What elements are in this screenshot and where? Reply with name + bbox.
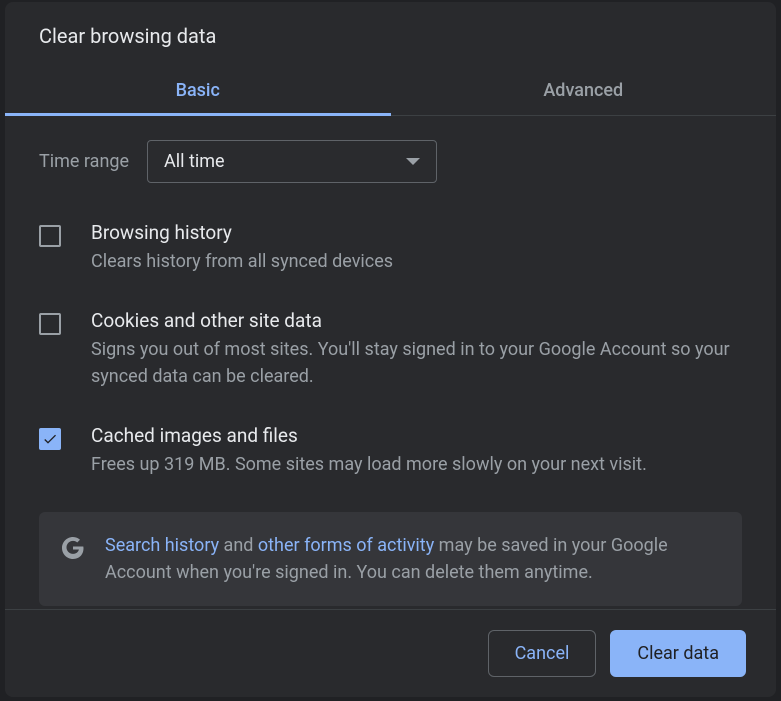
option-text: Browsing history Clears history from all… [91,221,742,275]
option-text: Cookies and other site data Signs you ou… [91,309,742,390]
time-range-value: All time [164,151,225,172]
tab-basic-label: Basic [176,80,220,101]
cancel-button[interactable]: Cancel [488,630,597,677]
tabs: Basic Advanced [5,66,776,116]
clear-browsing-data-dialog: Clear browsing data Basic Advanced Time … [5,2,776,697]
dialog-content: Time range All time Browsing history Cle… [5,116,776,609]
checkmark-icon [42,431,58,447]
option-text: Cached images and files Frees up 319 MB.… [91,424,742,478]
option-title: Browsing history [91,221,742,244]
option-desc: Signs you out of most sites. You'll stay… [91,336,742,390]
option-cached: Cached images and files Frees up 319 MB.… [39,424,742,478]
google-account-info-panel: Search history and other forms of activi… [39,512,742,606]
dialog-title: Clear browsing data [5,2,776,66]
time-range-select[interactable]: All time [147,140,437,183]
checkbox-cookies[interactable] [39,313,61,335]
option-cookies: Cookies and other site data Signs you ou… [39,309,742,390]
option-desc: Clears history from all synced devices [91,248,742,275]
option-browsing-history: Browsing history Clears history from all… [39,221,742,275]
other-activity-link[interactable]: other forms of activity [258,535,434,556]
checkbox-browsing-history[interactable] [39,225,61,247]
option-title: Cached images and files [91,424,742,447]
tab-advanced-label: Advanced [543,80,623,101]
time-range-row: Time range All time [39,140,742,183]
info-mid: and [219,535,258,556]
dialog-footer: Cancel Clear data [5,609,776,697]
option-desc: Frees up 319 MB. Some sites may load mor… [91,451,742,478]
cancel-button-label: Cancel [515,643,570,664]
info-text: Search history and other forms of activi… [105,532,720,586]
google-icon [61,536,85,560]
clear-data-button[interactable]: Clear data [610,630,746,677]
option-title: Cookies and other site data [91,309,742,332]
tab-basic[interactable]: Basic [5,66,391,115]
tab-advanced[interactable]: Advanced [391,66,777,115]
time-range-label: Time range [39,151,129,172]
search-history-link[interactable]: Search history [105,535,219,556]
chevron-down-icon [406,158,420,165]
checkbox-cached[interactable] [39,428,61,450]
clear-data-button-label: Clear data [637,643,719,664]
